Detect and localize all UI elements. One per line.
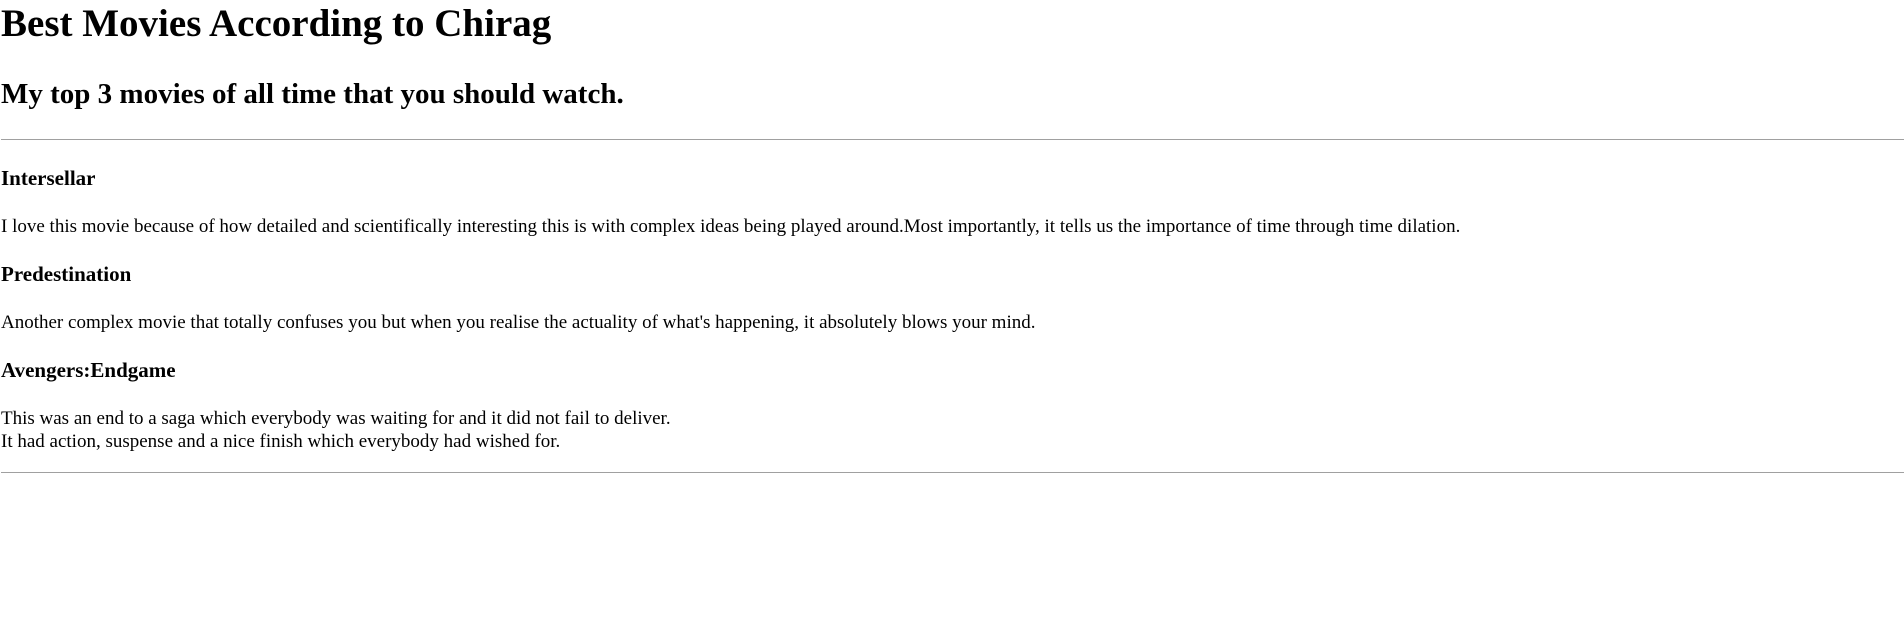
movie-description: Another complex movie that totally confu… — [1, 312, 1036, 333]
movie-title: Intersellar — [1, 166, 96, 190]
page-subtitle: My top 3 movies of all time that you sho… — [1, 78, 624, 110]
movie-title: Predestination — [1, 262, 132, 286]
movie-item-avengers-endgame: Avengers:Endgame This was an end to a sa… — [1, 360, 1904, 453]
page: Best Movies According to Chirag My top 3… — [0, 4, 1904, 473]
movie-item-predestination: Predestination Another complex movie tha… — [1, 264, 1904, 334]
movie-description-line-2: It had action, suspense and a nice finis… — [1, 431, 561, 452]
movie-description-line-1: This was an end to a saga which everybod… — [1, 408, 671, 429]
bottom-divider — [1, 472, 1904, 473]
page-title: Best Movies According to Chirag — [1, 2, 552, 45]
movie-item-intersellar: Intersellar I love this movie because of… — [1, 168, 1904, 238]
movie-description: This was an end to a saga which everybod… — [1, 407, 1904, 453]
movie-title: Avengers:Endgame — [1, 358, 176, 382]
movie-description: I love this movie because of how detaile… — [1, 216, 1461, 237]
top-divider — [1, 139, 1904, 140]
